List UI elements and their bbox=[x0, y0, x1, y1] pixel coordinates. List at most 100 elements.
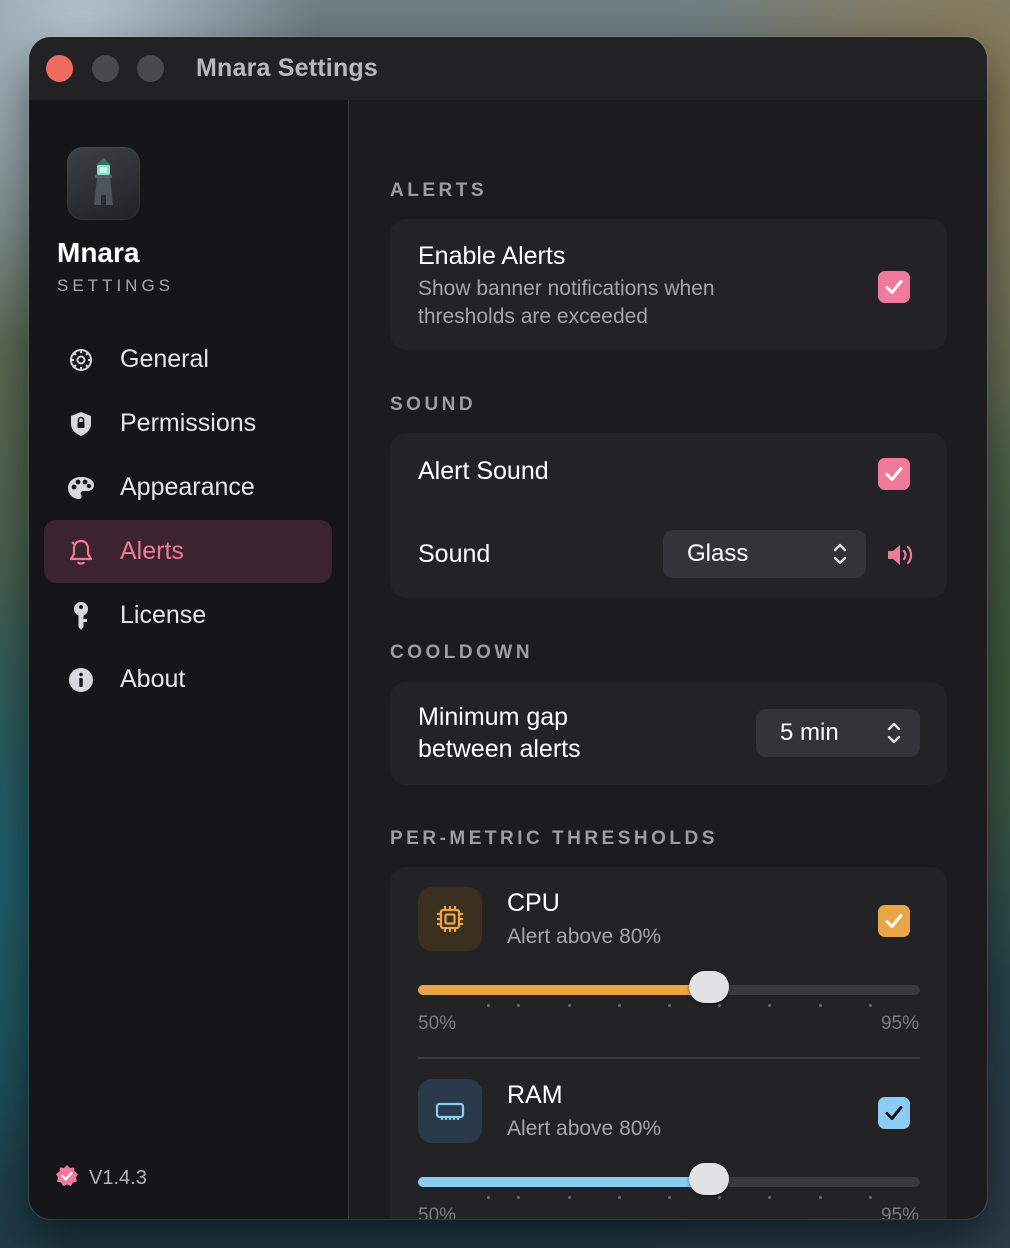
app-subtitle: SETTINGS bbox=[57, 276, 175, 295]
slider-thumb[interactable] bbox=[689, 971, 729, 1003]
slider-tick bbox=[668, 1004, 671, 1007]
slider-fill bbox=[418, 1177, 709, 1187]
metric-name-cpu: CPU bbox=[507, 889, 560, 917]
cooldown-select-value: 5 min bbox=[780, 719, 839, 746]
sidebar: Mnara SETTINGS General Permissions Appea… bbox=[29, 100, 349, 1219]
sidebar-item-about[interactable]: About bbox=[44, 648, 332, 711]
cpu-alert-checkbox[interactable] bbox=[878, 905, 910, 937]
section-heading-thresholds: PER-METRIC THRESHOLDS bbox=[390, 828, 718, 849]
slider-tick bbox=[869, 1196, 872, 1199]
sidebar-item-permissions[interactable]: Permissions bbox=[44, 392, 332, 455]
thresholds-card: CPU Alert above 80% 50% 95% RAM Alert ab… bbox=[390, 867, 947, 1219]
slider-tick bbox=[487, 1196, 490, 1199]
alert-sound-checkbox[interactable] bbox=[878, 458, 910, 490]
cooldown-label-line2: between alerts bbox=[418, 735, 581, 763]
enable-alerts-card: Enable Alerts Show banner notifications … bbox=[390, 219, 947, 350]
alerts-pane: ALERTS Enable Alerts Show banner notific… bbox=[349, 100, 987, 1219]
cpu-threshold-slider[interactable] bbox=[418, 971, 920, 1011]
slider-tick bbox=[487, 1004, 490, 1007]
close-button[interactable] bbox=[46, 55, 73, 82]
slider-tick bbox=[618, 1196, 621, 1199]
up-down-chevron-icon bbox=[886, 719, 902, 752]
slider-tick bbox=[768, 1004, 771, 1007]
metric-name-ram: RAM bbox=[507, 1081, 563, 1109]
chip-icon bbox=[418, 887, 482, 951]
version-text: V1.4.3 bbox=[89, 1167, 147, 1189]
sidebar-item-label: Appearance bbox=[120, 473, 255, 501]
sidebar-item-label: About bbox=[120, 665, 186, 693]
slider-tick bbox=[618, 1004, 621, 1007]
slider-tick bbox=[517, 1004, 520, 1007]
verified-badge-icon bbox=[55, 1164, 79, 1193]
slider-tick bbox=[768, 1196, 771, 1199]
section-heading-cooldown: COOLDOWN bbox=[390, 642, 534, 663]
slider-ticks bbox=[418, 1196, 920, 1200]
sidebar-item-appearance[interactable]: Appearance bbox=[44, 456, 332, 519]
enable-alerts-subtitle-line2: thresholds are exceeded bbox=[418, 305, 648, 328]
shield-icon bbox=[66, 410, 96, 438]
sidebar-item-general[interactable]: General bbox=[44, 328, 332, 391]
ram-max-label: 95% bbox=[880, 1205, 919, 1219]
slider-tick bbox=[568, 1004, 571, 1007]
slider-tick bbox=[668, 1196, 671, 1199]
sidebar-item-label: License bbox=[120, 601, 207, 629]
palette-icon bbox=[66, 474, 96, 502]
sidebar-item-label: Permissions bbox=[120, 409, 257, 437]
lighthouse-icon bbox=[67, 147, 140, 220]
cooldown-select[interactable]: 5 min bbox=[756, 709, 920, 757]
title-bar: Mnara Settings bbox=[29, 37, 987, 100]
memory-icon bbox=[418, 1079, 482, 1143]
slider-tick bbox=[718, 1004, 721, 1007]
checkmark-icon bbox=[885, 914, 903, 928]
metric-subtitle-cpu: Alert above 80% bbox=[507, 925, 662, 948]
checkmark-icon bbox=[885, 280, 903, 294]
up-down-chevron-icon bbox=[832, 540, 848, 573]
sidebar-item-alerts[interactable]: Alerts bbox=[44, 520, 332, 583]
sound-select-value: Glass bbox=[687, 540, 749, 567]
settings-window: Mnara Settings Mnara SETTINGS General Pe… bbox=[29, 37, 987, 1219]
gear-icon bbox=[66, 346, 96, 374]
slider-ticks bbox=[418, 1004, 920, 1008]
minimize-button[interactable] bbox=[92, 55, 119, 82]
slider-tick bbox=[819, 1004, 822, 1007]
slider-thumb[interactable] bbox=[689, 1163, 729, 1195]
ram-min-label: 50% bbox=[418, 1205, 457, 1219]
slider-tick bbox=[568, 1196, 571, 1199]
app-name: Mnara bbox=[57, 237, 140, 268]
slider-tick bbox=[869, 1004, 872, 1007]
version-label: V1.4.3 bbox=[55, 1164, 147, 1193]
ram-alert-checkbox[interactable] bbox=[878, 1097, 910, 1129]
section-heading-sound: SOUND bbox=[390, 394, 477, 415]
cooldown-card: Minimum gap between alerts 5 min bbox=[390, 682, 947, 785]
window-title: Mnara Settings bbox=[196, 54, 378, 82]
sidebar-nav: General Permissions Appearance Alerts Li… bbox=[44, 328, 332, 712]
slider-tick bbox=[819, 1196, 822, 1199]
enable-alerts-checkbox[interactable] bbox=[878, 271, 910, 303]
cpu-max-label: 95% bbox=[880, 1013, 919, 1034]
speaker-play-icon[interactable] bbox=[886, 543, 918, 572]
key-icon bbox=[66, 602, 96, 630]
metric-subtitle-ram: Alert above 80% bbox=[507, 1117, 662, 1140]
checkmark-icon bbox=[885, 467, 903, 481]
slider-tick bbox=[517, 1196, 520, 1199]
sidebar-item-license[interactable]: License bbox=[44, 584, 332, 647]
divider bbox=[418, 1057, 920, 1059]
cpu-min-label: 50% bbox=[418, 1013, 457, 1034]
section-heading-alerts: ALERTS bbox=[390, 180, 487, 201]
alert-sound-label: Alert Sound bbox=[418, 457, 549, 485]
enable-alerts-subtitle: Show banner notifications when bbox=[418, 277, 715, 300]
slider-tick bbox=[718, 1196, 721, 1199]
info-icon bbox=[66, 666, 96, 694]
enable-alerts-title: Enable Alerts bbox=[418, 242, 566, 270]
sound-label: Sound bbox=[418, 540, 491, 568]
sound-select[interactable]: Glass bbox=[663, 530, 866, 578]
checkmark-icon bbox=[885, 1106, 903, 1120]
sound-card: Alert Sound Sound Glass bbox=[390, 433, 947, 598]
sidebar-item-label: Alerts bbox=[120, 537, 184, 565]
bell-icon bbox=[66, 538, 96, 566]
cooldown-label: Minimum gap bbox=[418, 703, 569, 731]
ram-threshold-slider[interactable] bbox=[418, 1163, 920, 1203]
slider-fill bbox=[418, 985, 709, 995]
zoom-button[interactable] bbox=[137, 55, 164, 82]
sidebar-item-label: General bbox=[120, 345, 209, 373]
